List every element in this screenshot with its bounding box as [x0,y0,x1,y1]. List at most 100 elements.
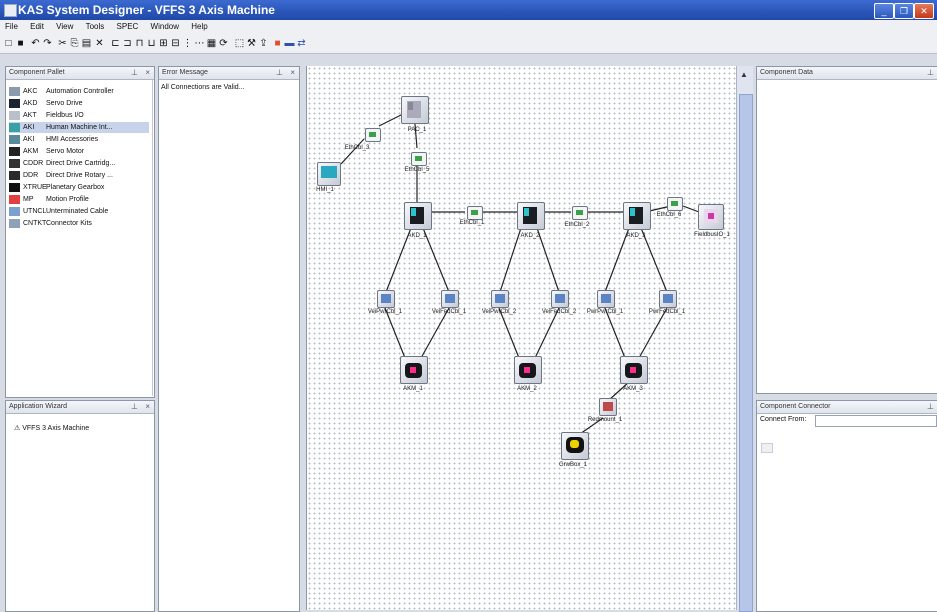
paste-icon[interactable]: ▤ [81,38,92,49]
palette-item[interactable]: CNTKTConnector Kits [9,218,149,229]
palette-item[interactable]: AKI Human Machine Int... [9,122,149,133]
palette-item[interactable]: XTRUEPlanetary Gearbox [9,182,149,193]
akd1-node[interactable] [404,202,432,230]
export-icon[interactable]: ⇪ [258,38,269,49]
pac-node[interactable] [401,96,429,124]
palette-item-label: HMI Accessories [46,136,99,143]
canvas-scrollbar[interactable]: ▲ [736,66,753,612]
pin-icon[interactable]: ⊥ [131,67,138,79]
palette-item-icon [9,146,20,156]
link-icon[interactable]: ⇄ [296,38,307,49]
close-button[interactable]: ✕ [914,3,934,19]
palette-item[interactable]: UTNCLUnterminated Cable [9,206,149,217]
delete-icon[interactable]: ✕ [94,38,105,49]
gearbox-node[interactable] [561,432,589,460]
palette-item-code: XTRUE [23,184,47,191]
canvas-scroll-thumb[interactable] [739,94,753,612]
akd2-node[interactable] [517,202,545,230]
palette-item[interactable]: AKC Automation Controller [9,86,149,97]
align-top-icon[interactable]: ⊔ [146,38,157,49]
ethcbl3-node[interactable] [365,128,381,142]
pin-icon[interactable]: ⊥ [131,401,138,413]
align-center-icon[interactable]: ⊐ [122,38,133,49]
menu-view[interactable]: View [51,20,78,31]
palette-item-label: Automation Controller [46,88,114,95]
palette-item-code: UTNCL [23,208,47,215]
connect-from-label: Connect From: [760,416,807,423]
veipwrcbl2-node[interactable] [491,290,509,308]
align-right-icon[interactable]: ⊓ [134,38,145,49]
grid-icon[interactable]: ▦ [206,38,217,49]
close-icon[interactable]: × [290,67,295,79]
palette-item[interactable]: AKD Servo Drive [9,98,149,109]
connect-from-field[interactable] [815,415,937,427]
menu-spec[interactable]: SPEC [112,20,144,31]
palette-scrollbar[interactable] [152,80,153,396]
refresh-icon[interactable]: ⟳ [218,38,229,49]
maximize-button[interactable]: ❐ [894,3,914,19]
menu-file[interactable]: File [0,20,23,31]
connector-icon[interactable]: ▬ [284,38,295,49]
pin-icon[interactable]: ⊥ [927,401,934,413]
cut-icon[interactable]: ✂ [57,38,68,49]
pin-icon[interactable]: ⊥ [927,67,934,79]
veifedcbl2-node[interactable] [551,290,569,308]
tools-icon[interactable]: ⚒ [246,38,257,49]
align-middle-icon[interactable]: ⊞ [158,38,169,49]
minimize-button[interactable]: _ [874,3,894,19]
ethcbl5-node[interactable] [411,152,427,166]
component-connector-panel: Component Connector ⊥ Connect From: [756,400,937,612]
palette-item[interactable]: AKT Fieldbus I/O [9,110,149,121]
copy-icon[interactable]: ⎘ [69,38,80,49]
redo-icon[interactable]: ↷ [42,38,53,49]
menu-tools[interactable]: Tools [81,20,110,31]
menu-window[interactable]: Window [146,20,184,31]
distribute-h-icon[interactable]: ⋮ [182,38,193,49]
redmount-node[interactable] [599,398,617,416]
akm3-node[interactable] [620,356,648,384]
close-icon[interactable]: × [145,401,150,413]
fieldbus-io-node[interactable] [698,204,724,230]
akd3-node[interactable] [623,202,651,230]
palette-item-icon [9,158,20,168]
palette-item-code: CDDR [23,160,44,167]
palette-item[interactable]: AKI HMI Accessories [9,134,149,145]
align-bottom-icon[interactable]: ⊟ [170,38,181,49]
akm1-node[interactable] [400,356,428,384]
distribute-v-icon[interactable]: ⋯ [194,38,205,49]
motor-icon[interactable]: ■ [272,38,283,49]
palette-item-label: Fieldbus I/O [46,112,84,119]
wizard-project-icon: ⚠ [14,425,23,432]
new-icon[interactable]: □ [3,38,14,49]
select-icon[interactable]: ⬚ [234,38,245,49]
palette-item-label: Unterminated Cable [46,208,109,215]
veipwrcbl1-node[interactable] [377,290,395,308]
palette-item[interactable]: CDDR Direct Drive Cartridg... [9,158,149,169]
ethcbl1-node[interactable] [467,206,483,220]
menu-help[interactable]: Help [186,20,212,31]
palette-item[interactable]: AKM Servo Motor [9,146,149,157]
ethcbl2-node[interactable] [572,206,588,220]
pin-icon[interactable]: ⊥ [276,67,283,79]
close-icon[interactable]: × [145,67,150,79]
wizard-item[interactable]: ⚠ VFFS 3 Axis Machine [14,423,89,434]
pwrfedcbl1-node[interactable] [659,290,677,308]
diagram-canvas[interactable]: PAC_1 EthCbl_3 EthCbl_5 HMI_1 AKD_1 EthC… [306,66,737,610]
akm2-node[interactable] [514,356,542,384]
hmi-node[interactable] [317,162,341,186]
palette-item-label: Servo Drive [46,100,83,107]
scroll-up-icon[interactable]: ▲ [740,70,748,79]
palette-item[interactable]: DDR Direct Drive Rotary ... [9,170,149,181]
palette-item-label: Direct Drive Cartridg... [46,160,116,167]
veifedcbl1-node[interactable] [441,290,459,308]
pwrfedcbl1-label: PwrFedCbl_1 [648,309,686,315]
palette-item[interactable]: MP Motion Profile [9,194,149,205]
pwrpwrcbl1-node[interactable] [597,290,615,308]
ethcbl6-node[interactable] [667,197,683,211]
undo-icon[interactable]: ↶ [30,38,41,49]
menu-edit[interactable]: Edit [25,20,49,31]
connector-item[interactable] [761,443,773,453]
save-icon[interactable]: ■ [15,38,26,49]
palette-item-icon [9,134,20,144]
align-left-icon[interactable]: ⊏ [110,38,121,49]
